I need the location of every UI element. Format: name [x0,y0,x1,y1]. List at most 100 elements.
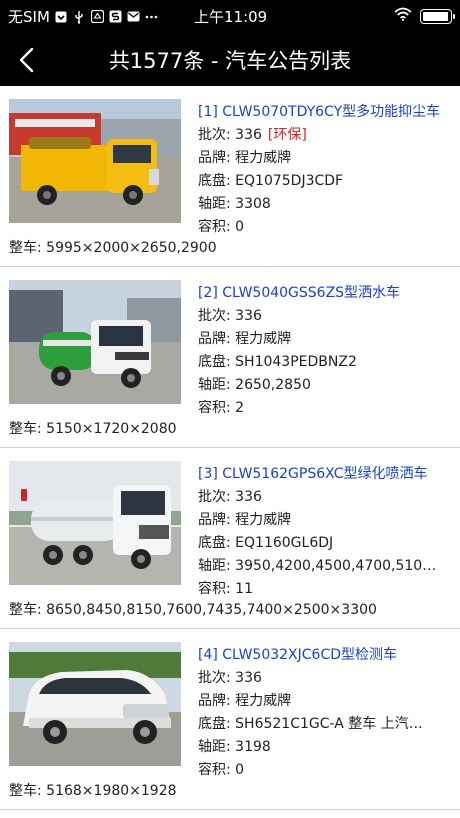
eco-tag: [环保] [267,127,307,143]
wifi-icon [394,7,412,25]
wheelbase-row: 轴距: 2650,2850 [198,374,450,397]
dims-label: 整车: [9,783,47,799]
dimensions-row: 整车: 5150×1720×2080 [9,418,177,438]
batch-row: 批次: 336 [198,667,450,690]
list-item[interactable]: [3] CLW5162GPS6XC型绿化喷洒车 批次: 336 品牌: 程力威牌… [0,448,460,629]
volume-value: 2 [235,400,245,416]
dims-label: 整车: [9,602,47,618]
brand-value: 程力威牌 [235,331,292,347]
wheelbase-value: 3308 [235,196,271,212]
volume-value: 0 [235,219,245,235]
wheelbase-label: 轴距: [198,739,236,755]
volume-row: 容积: 0 [198,759,450,782]
wheelbase-row: 轴距: 3950,4200,4500,4700,510… [198,555,450,578]
dimensions-row: 整车: 5995×2000×2650,2900 [9,237,217,257]
wheelbase-value: 3198 [235,739,271,755]
vehicle-photo[interactable] [9,280,181,404]
status-right [394,7,455,25]
item-info: [3] CLW5162GPS6XC型绿化喷洒车 批次: 336 品牌: 程力威牌… [198,463,450,601]
batch-label: 批次: [198,127,236,143]
volume-row: 容积: 2 [198,397,450,420]
volume-label: 容积: [198,581,236,597]
wheelbase-label: 轴距: [198,196,236,212]
chassis-value: SH6521C1GC-A 整车 上汽… [235,716,423,732]
dimensions-row: 整车: 8650,8450,8150,7600,7435,7400×2500×3… [9,599,377,619]
chassis-label: 底盘: [198,716,236,732]
volume-row: 容积: 11 [198,578,450,601]
batch-value: 336 [235,127,262,143]
dims-value: 5995×2000×2650,2900 [46,240,217,256]
brand-label: 品牌: [198,331,236,347]
volume-label: 容积: [198,762,236,778]
volume-row: 容积: 0 [198,216,450,239]
carrier-label: 无SIM [8,8,50,26]
brand-label: 品牌: [198,693,236,709]
download-icon [55,10,68,23]
status-left: 无SIM [8,6,158,27]
brand-value: 程力威牌 [235,150,292,166]
usb-icon [73,10,86,24]
wheelbase-label: 轴距: [198,377,236,393]
list-item[interactable]: [1] CLW5070TDY6CY型多功能抑尘车 批次: 336 [环保] 品牌:… [0,86,460,267]
announcement-list: [1] CLW5070TDY6CY型多功能抑尘车 批次: 336 [环保] 品牌:… [0,86,460,810]
volume-value: 11 [235,581,253,597]
brand-value: 程力威牌 [235,512,292,528]
battery-level [423,11,448,21]
chassis-value: EQ1075DJ3CDF [235,173,344,189]
status-bar: 无SIM 上午11:09 [0,0,460,33]
vehicle-photo[interactable] [9,642,181,766]
batch-row: 批次: 336 [环保] [198,124,450,147]
item-info: [2] CLW5040GSS6ZS型洒水车 批次: 336 品牌: 程力威牌 底… [198,282,450,420]
page-title: 共1577条 - 汽车公告列表 [108,49,352,73]
batch-value: 336 [235,670,262,686]
chassis-row: 底盘: EQ1160GL6DJ [198,532,450,555]
battery-icon [420,8,455,24]
chassis-label: 底盘: [198,354,236,370]
chassis-value: SH1043PEDBNZ2 [235,354,357,370]
chassis-label: 底盘: [198,535,236,551]
brand-row: 品牌: 程力威牌 [198,690,450,713]
list-item[interactable]: [2] CLW5040GSS6ZS型洒水车 批次: 336 品牌: 程力威牌 底… [0,267,460,448]
item-info: [4] CLW5032XJC6CD型检测车 批次: 336 品牌: 程力威牌 底… [198,644,450,782]
nav-bar: 共1577条 - 汽车公告列表 [0,33,460,86]
brand-row: 品牌: 程力威牌 [198,509,450,532]
brand-row: 品牌: 程力威牌 [198,147,450,170]
batch-row: 批次: 336 [198,486,450,509]
chassis-value: EQ1160GL6DJ [235,535,334,551]
volume-label: 容积: [198,400,236,416]
status-time: 上午11:09 [194,8,268,26]
s-app-icon [109,10,122,23]
batch-value: 336 [235,489,262,505]
dimensions-row: 整车: 5168×1980×1928 [9,780,177,800]
mail-icon [127,10,140,23]
batch-value: 336 [235,308,262,324]
chassis-row: 底盘: SH1043PEDBNZ2 [198,351,450,374]
vehicle-photo[interactable] [9,99,181,223]
dims-value: 8650,8450,8150,7600,7435,7400×2500×3300 [46,602,377,618]
wheelbase-label: 轴距: [198,558,236,574]
wheelbase-value: 2650,2850 [235,377,311,393]
chassis-row: 底盘: SH6521C1GC-A 整车 上汽… [198,713,450,736]
brand-row: 品牌: 程力威牌 [198,328,450,351]
chassis-row: 底盘: EQ1075DJ3CDF [198,170,450,193]
item-title-link[interactable]: [1] CLW5070TDY6CY型多功能抑尘车 [198,101,450,124]
list-item[interactable]: [4] CLW5032XJC6CD型检测车 批次: 336 品牌: 程力威牌 底… [0,629,460,810]
batch-label: 批次: [198,308,236,324]
recycle-icon [90,10,104,23]
item-title-link[interactable]: [3] CLW5162GPS6XC型绿化喷洒车 [198,463,450,486]
wheelbase-row: 轴距: 3198 [198,736,450,759]
vehicle-photo[interactable] [9,461,181,585]
more-notifications-icon [145,10,158,23]
batch-label: 批次: [198,489,236,505]
wheelbase-value: 3950,4200,4500,4700,510… [235,558,437,574]
chassis-label: 底盘: [198,173,236,189]
item-title-link[interactable]: [4] CLW5032XJC6CD型检测车 [198,644,450,667]
item-info: [1] CLW5070TDY6CY型多功能抑尘车 批次: 336 [环保] 品牌:… [198,101,450,239]
wheelbase-row: 轴距: 3308 [198,193,450,216]
brand-value: 程力威牌 [235,693,292,709]
item-title-link[interactable]: [2] CLW5040GSS6ZS型洒水车 [198,282,450,305]
volume-value: 0 [235,762,245,778]
batch-row: 批次: 336 [198,305,450,328]
brand-label: 品牌: [198,512,236,528]
dims-label: 整车: [9,421,47,437]
